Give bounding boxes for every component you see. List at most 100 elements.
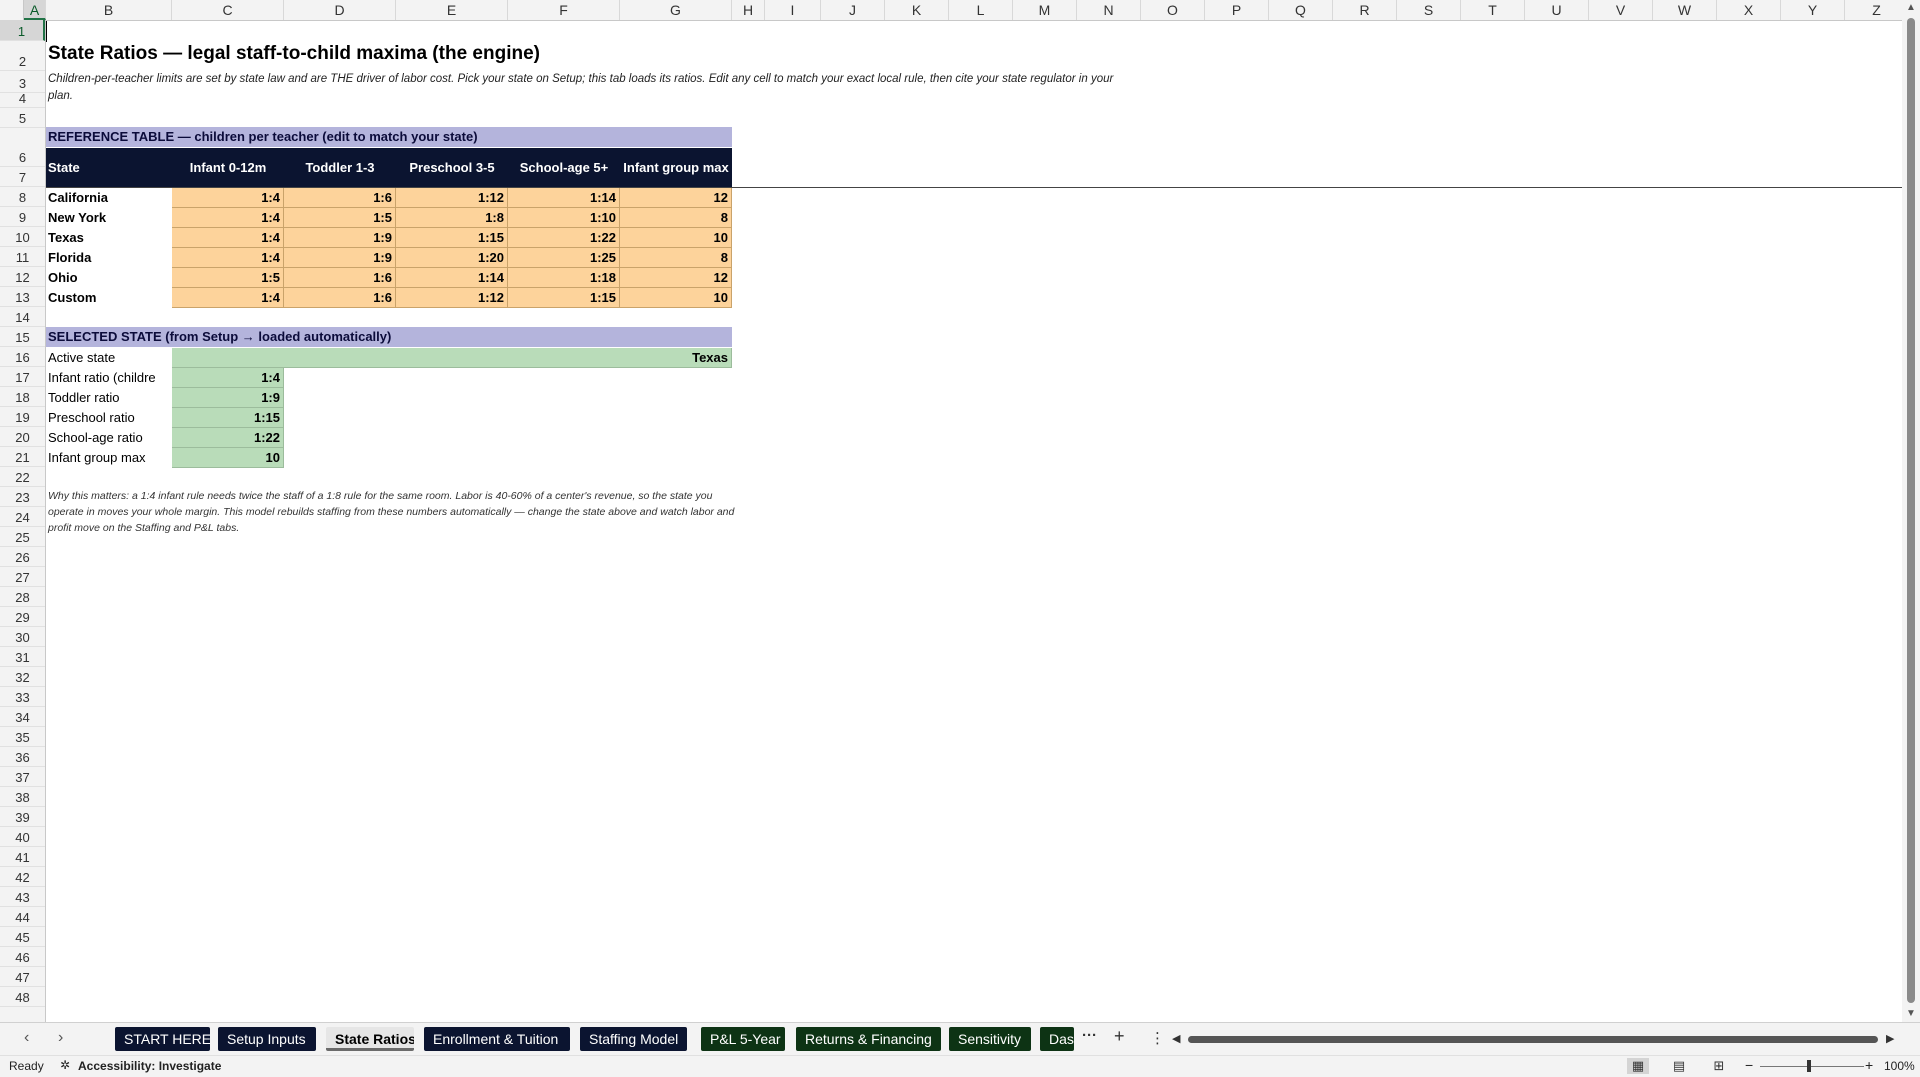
accessibility-status[interactable]: Accessibility: Investigate xyxy=(78,1059,221,1073)
column-header-b[interactable]: B xyxy=(46,0,172,20)
row-header-30[interactable]: 30 xyxy=(0,627,45,647)
row-header-18[interactable]: 18 xyxy=(0,387,45,407)
row-header-44[interactable]: 44 xyxy=(0,907,45,927)
sheet-tab-dash[interactable]: Dash xyxy=(1040,1027,1074,1051)
ratio-input-cell[interactable]: 1:15 xyxy=(508,288,620,308)
column-header-d[interactable]: D xyxy=(284,0,396,20)
column-header-t[interactable]: T xyxy=(1461,0,1525,20)
ratio-input-cell[interactable]: 1:10 xyxy=(508,208,620,228)
sheet-tab-enrollment-tuition[interactable]: Enrollment & Tuition xyxy=(424,1027,570,1051)
active-state-value[interactable]: Texas xyxy=(172,348,732,368)
row-header-12[interactable]: 12 xyxy=(0,267,45,287)
prev-sheet-icon[interactable]: ‹ xyxy=(24,1029,29,1047)
ratio-input-cell[interactable]: 1:9 xyxy=(284,248,396,268)
state-name-cell[interactable]: Ohio xyxy=(46,268,172,288)
state-name-cell[interactable]: Custom xyxy=(46,288,172,308)
column-header-o[interactable]: O xyxy=(1141,0,1205,20)
row-header-22[interactable]: 22 xyxy=(0,467,45,487)
row-header-14[interactable]: 14 xyxy=(0,307,45,327)
scroll-up-icon[interactable]: ▲ xyxy=(1906,2,1916,13)
column-header-a[interactable]: A xyxy=(24,0,46,20)
column-header-k[interactable]: K xyxy=(885,0,949,20)
ratio-input-cell[interactable]: 8 xyxy=(620,248,732,268)
state-name-cell[interactable]: California xyxy=(46,188,172,208)
column-header-n[interactable]: N xyxy=(1077,0,1141,20)
worksheet-grid[interactable]: State Ratios — legal staff-to-child maxi… xyxy=(46,21,1902,1022)
ratio-input-cell[interactable]: 10 xyxy=(620,228,732,248)
sheet-tab-staffing-model[interactable]: Staffing Model xyxy=(580,1027,687,1051)
row-header-28[interactable]: 28 xyxy=(0,587,45,607)
column-header-l[interactable]: L xyxy=(949,0,1013,20)
selected-ratio-value[interactable]: 1:9 xyxy=(172,388,284,408)
state-name-cell[interactable]: Florida xyxy=(46,248,172,268)
row-header-39[interactable]: 39 xyxy=(0,807,45,827)
sheet-tab-setup-inputs[interactable]: Setup Inputs xyxy=(218,1027,316,1051)
zoom-out-icon[interactable]: − xyxy=(1745,1057,1753,1073)
row-header-2[interactable]: 2 xyxy=(0,41,45,71)
next-sheet-icon[interactable]: › xyxy=(58,1029,63,1047)
selected-ratio-value[interactable]: 10 xyxy=(172,448,284,468)
more-sheets-icon[interactable]: ··· xyxy=(1082,1027,1097,1044)
ratio-input-cell[interactable]: 1:4 xyxy=(172,288,284,308)
ratio-input-cell[interactable]: 1:12 xyxy=(396,288,508,308)
ratio-input-cell[interactable]: 1:14 xyxy=(396,268,508,288)
ratio-input-cell[interactable]: 1:15 xyxy=(396,228,508,248)
zoom-slider-thumb[interactable] xyxy=(1807,1060,1811,1072)
row-header-45[interactable]: 45 xyxy=(0,927,45,947)
row-header-42[interactable]: 42 xyxy=(0,867,45,887)
column-header-p[interactable]: P xyxy=(1205,0,1269,20)
scroll-down-icon[interactable]: ▼ xyxy=(1906,1008,1916,1019)
column-header-i[interactable]: I xyxy=(765,0,821,20)
row-header-9[interactable]: 9 xyxy=(0,207,45,227)
ratio-input-cell[interactable]: 1:14 xyxy=(508,188,620,208)
sheet-options-icon[interactable]: ⋮ xyxy=(1150,1029,1165,1047)
ratio-input-cell[interactable]: 1:5 xyxy=(284,208,396,228)
column-header-g[interactable]: G xyxy=(620,0,732,20)
ratio-input-cell[interactable]: 1:8 xyxy=(396,208,508,228)
column-header-c[interactable]: C xyxy=(172,0,284,20)
row-header-5[interactable]: 5 xyxy=(0,108,45,128)
column-header-e[interactable]: E xyxy=(396,0,508,20)
ratio-input-cell[interactable]: 1:22 xyxy=(508,228,620,248)
column-header-h[interactable]: H xyxy=(732,0,765,20)
accessibility-icon[interactable]: ✲ xyxy=(60,1058,70,1072)
row-header-29[interactable]: 29 xyxy=(0,607,45,627)
zoom-slider[interactable] xyxy=(1760,1066,1864,1067)
column-header-y[interactable]: Y xyxy=(1781,0,1845,20)
column-header-u[interactable]: U xyxy=(1525,0,1589,20)
ratio-input-cell[interactable]: 1:9 xyxy=(284,228,396,248)
row-header-48[interactable]: 48 xyxy=(0,987,45,1007)
column-header-q[interactable]: Q xyxy=(1269,0,1333,20)
row-header-43[interactable]: 43 xyxy=(0,887,45,907)
row-header-4[interactable]: 4 xyxy=(0,91,45,108)
row-header-33[interactable]: 33 xyxy=(0,687,45,707)
sheet-tab-returns-financing[interactable]: Returns & Financing xyxy=(796,1027,941,1051)
page-layout-view-icon[interactable]: ▤ xyxy=(1668,1058,1690,1074)
selected-ratio-value[interactable]: 1:15 xyxy=(172,408,284,428)
column-header-z[interactable]: Z xyxy=(1845,0,1909,20)
row-header-36[interactable]: 36 xyxy=(0,747,45,767)
vertical-scroll-thumb[interactable] xyxy=(1907,18,1915,1003)
row-header-20[interactable]: 20 xyxy=(0,427,45,447)
column-header-w[interactable]: W xyxy=(1653,0,1717,20)
row-header-21[interactable]: 21 xyxy=(0,447,45,467)
selected-ratio-value[interactable]: 1:4 xyxy=(172,368,284,388)
row-header-41[interactable]: 41 xyxy=(0,847,45,867)
horizontal-scrollbar[interactable] xyxy=(1186,1035,1886,1044)
zoom-level[interactable]: 100% xyxy=(1884,1059,1915,1073)
row-header-3[interactable]: 3 xyxy=(0,71,45,93)
row-header-17[interactable]: 17 xyxy=(0,367,45,387)
vertical-scrollbar[interactable]: ▲ ▼ xyxy=(1902,0,1920,1022)
page-break-view-icon[interactable]: ⊞ xyxy=(1708,1058,1730,1074)
row-header-38[interactable]: 38 xyxy=(0,787,45,807)
row-header-23[interactable]: 23 xyxy=(0,487,45,507)
row-header-11[interactable]: 11 xyxy=(0,247,45,267)
column-header-m[interactable]: M xyxy=(1013,0,1077,20)
row-header-26[interactable]: 26 xyxy=(0,547,45,567)
ratio-input-cell[interactable]: 1:12 xyxy=(396,188,508,208)
row-header-13[interactable]: 13 xyxy=(0,287,45,307)
column-header-x[interactable]: X xyxy=(1717,0,1781,20)
row-header-19[interactable]: 19 xyxy=(0,407,45,427)
hscroll-left-icon[interactable]: ◀ xyxy=(1172,1032,1180,1045)
ratio-input-cell[interactable]: 1:6 xyxy=(284,288,396,308)
